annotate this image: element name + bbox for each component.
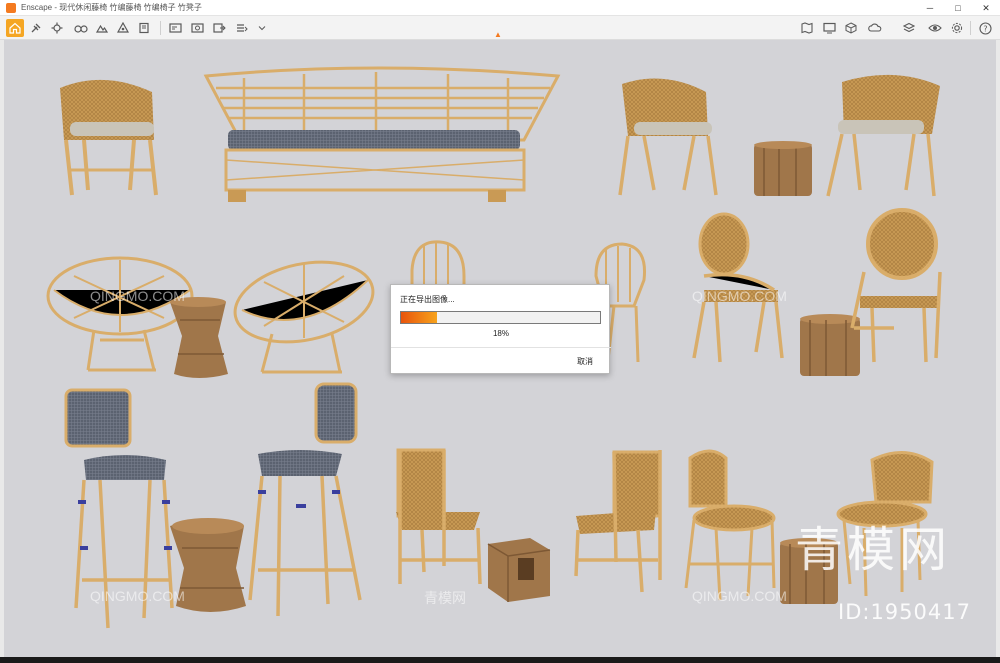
toolbar-separator: [970, 21, 971, 35]
light-icon[interactable]: [114, 19, 132, 37]
watermark-latin: QINGMO.COM: [692, 588, 787, 604]
brand-watermark-cn: 青模网: [795, 522, 952, 578]
wood-cube-stool: [487, 538, 551, 602]
watermark-latin: QINGMO.COM: [692, 288, 787, 304]
enscape-app-icon: [6, 2, 16, 13]
plugin-icon[interactable]: [27, 19, 45, 37]
papasan-chair-1: [46, 256, 194, 372]
chevron-down-icon[interactable]: [253, 19, 271, 37]
cube-icon[interactable]: [842, 19, 860, 37]
minimize-button[interactable]: ─: [916, 0, 944, 16]
maximize-button[interactable]: □: [944, 0, 972, 16]
export-icon[interactable]: [210, 19, 228, 37]
map-icon[interactable]: [798, 19, 816, 37]
watermark-cn: 青模网: [424, 590, 466, 606]
progress-percent-label: 18%: [492, 329, 509, 338]
toolbar-separator: [160, 21, 161, 35]
capture-icon[interactable]: [188, 19, 206, 37]
brand-watermark-id: ID:1950417: [838, 600, 971, 624]
mountain-icon[interactable]: [93, 19, 111, 37]
monitor-icon[interactable]: [820, 19, 838, 37]
rattan-sofa: [203, 66, 561, 202]
rattan-armchair-3: [826, 74, 940, 197]
wood-stump-1: [754, 141, 812, 196]
help-icon[interactable]: ?: [976, 19, 994, 37]
settings-icon[interactable]: [48, 19, 66, 37]
right-border: [996, 40, 1000, 657]
round-seat-chair-1: [684, 449, 776, 601]
wood-stool-1: [170, 297, 228, 378]
bar-chair-2: [248, 382, 362, 617]
taskbar-strip: [0, 657, 1000, 663]
dialog-title: 正在导出图像...: [400, 295, 455, 304]
binoculars-icon[interactable]: [72, 19, 90, 37]
bamboo-chair-1: [396, 448, 482, 585]
svg-text:?: ?: [983, 24, 987, 33]
view-icon[interactable]: [166, 19, 184, 37]
export-progress-dialog: 正在导出图像... 18% 取消: [390, 284, 611, 374]
toolbar-collapse-icon[interactable]: ▲: [494, 30, 502, 39]
dialog-divider: [391, 347, 611, 348]
watermark-latin: QINGMO.COM: [90, 588, 185, 604]
layers-icon[interactable]: [900, 19, 918, 37]
window-title: Enscape - 现代休闲藤椅 竹编藤椅 竹编椅子 竹凳子: [21, 3, 202, 12]
watermark-latin: QINGMO.COM: [90, 288, 185, 304]
window-controls: ─ □ ✕: [916, 0, 1000, 16]
title-bar: Enscape - 现代休闲藤椅 竹编藤椅 竹编椅子 竹凳子 ─ □ ✕: [0, 0, 1000, 16]
batch-icon[interactable]: [232, 19, 250, 37]
wood-stump-2: [800, 314, 860, 376]
rattan-side-chair-1: [410, 240, 466, 290]
oval-back-chair-2: [850, 208, 942, 363]
close-button[interactable]: ✕: [972, 0, 1000, 16]
home-icon[interactable]: [6, 19, 24, 37]
progress-bar-fill: [401, 312, 437, 323]
bamboo-chair-2: [574, 450, 662, 593]
progress-bar: [400, 311, 601, 324]
cancel-button[interactable]: 取消: [577, 356, 593, 367]
gear-icon[interactable]: [948, 19, 966, 37]
rattan-armchair-2: [618, 78, 718, 196]
eye-icon[interactable]: [926, 19, 944, 37]
rattan-armchair-1: [60, 79, 158, 196]
papasan-chair-2: [233, 260, 375, 374]
enscape-window: Enscape - 现代休闲藤椅 竹编藤椅 竹编椅子 竹凳子 ─ □ ✕ ? ▲…: [0, 0, 1000, 663]
book-icon[interactable]: [135, 19, 153, 37]
cloud-icon[interactable]: [866, 19, 884, 37]
